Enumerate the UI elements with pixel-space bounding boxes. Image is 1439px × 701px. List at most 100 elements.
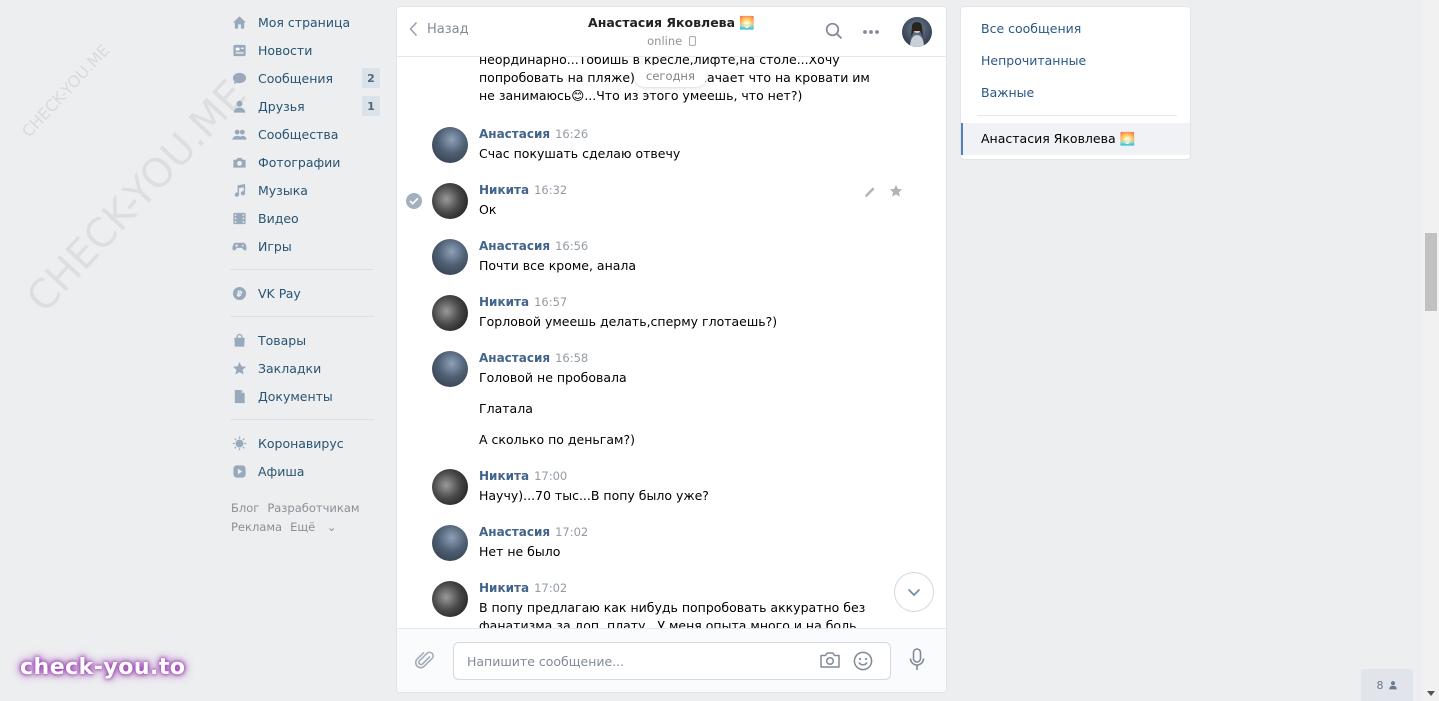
chat-partner-avatar[interactable] xyxy=(902,17,932,47)
paperclip-icon[interactable] xyxy=(415,649,435,671)
message-author[interactable]: Анастасия 17:02 xyxy=(479,525,588,539)
nav-item-music[interactable]: Музыка xyxy=(228,176,383,204)
message-time: 16:26 xyxy=(555,127,589,141)
nav-item-label: Игры xyxy=(258,238,292,254)
message-author[interactable]: Анастасия 16:56 xyxy=(479,239,588,253)
watermark-small: CHECK-YOU.ME xyxy=(18,40,114,141)
star-icon[interactable] xyxy=(889,184,903,198)
message-line: Головой не пробовала xyxy=(479,370,627,385)
message-time: 16:32 xyxy=(534,183,568,197)
footer-blog-link[interactable]: Блог xyxy=(231,501,259,515)
message-author[interactable]: Никита 17:02 xyxy=(479,581,567,595)
message-composer xyxy=(397,628,946,692)
message-text: Головой не пробовала Глатала А сколько п… xyxy=(479,369,879,462)
footer-developers-link[interactable]: Разработчикам xyxy=(267,501,359,515)
message-time: 16:56 xyxy=(555,239,589,253)
author-name: Никита xyxy=(479,581,530,595)
nav-item-my-page[interactable]: Моя страница xyxy=(228,8,383,36)
panel-divider xyxy=(977,115,1177,116)
avatar[interactable] xyxy=(432,581,468,617)
scrollbar-thumb[interactable] xyxy=(1425,233,1437,311)
message-time: 16:58 xyxy=(555,351,589,365)
smile-icon[interactable] xyxy=(853,651,873,671)
filter-important[interactable]: Важные xyxy=(981,85,1034,100)
gamepad-icon xyxy=(231,238,247,254)
nav-divider xyxy=(230,316,374,317)
message-history[interactable]: сегодня неординарно...Тобишь в кресле,ли… xyxy=(397,57,946,630)
friends-icon xyxy=(231,98,247,114)
message-time: 17:00 xyxy=(534,469,568,483)
message-time: 17:02 xyxy=(534,581,568,595)
message-author[interactable]: Анастасия 16:58 xyxy=(479,351,588,365)
nav-item-groups[interactable]: Сообщества xyxy=(228,120,383,148)
footer-more-label: Ещё xyxy=(290,520,316,534)
message-line: Ок xyxy=(479,202,497,217)
search-icon[interactable] xyxy=(825,22,843,40)
message-line: Счас покушать сделаю отвечу xyxy=(479,146,681,161)
nav-item-label: Документы xyxy=(258,388,333,404)
nav-item-bookmarks[interactable]: Закладки xyxy=(228,354,383,382)
footer-ads-link[interactable]: Реклама xyxy=(231,520,282,534)
message-author[interactable]: Анастасия 16:26 xyxy=(479,127,588,141)
author-name: Никита xyxy=(479,183,530,197)
message-line: В попу предлагаю как нибудь попробовать … xyxy=(479,600,866,630)
page-scrollbar[interactable] xyxy=(1423,0,1439,701)
message-author[interactable]: Никита 16:57 xyxy=(479,295,567,309)
chevron-down-icon xyxy=(907,588,921,596)
edit-icon[interactable] xyxy=(863,185,877,199)
message-icon xyxy=(231,70,247,86)
scroll-down-arrow-icon[interactable] xyxy=(1427,691,1435,696)
nav-item-label: Товары xyxy=(258,332,307,348)
nav-item-label: Друзья xyxy=(258,98,305,114)
message-line: Глатала xyxy=(479,401,533,416)
microphone-icon[interactable] xyxy=(909,648,925,672)
avatar[interactable] xyxy=(432,469,468,505)
selected-check-icon[interactable] xyxy=(406,193,422,209)
author-name: Никита xyxy=(479,295,530,309)
footer-more-link[interactable]: Ещё ⌄ xyxy=(290,520,344,534)
left-navigation: Моя страница Новости Сообщения 2 Друзья … xyxy=(228,8,383,537)
nav-item-afisha[interactable]: Афиша xyxy=(228,457,383,485)
online-friends-button[interactable]: 8 xyxy=(1361,669,1413,701)
message-author[interactable]: Никита 17:00 xyxy=(479,469,567,483)
music-icon xyxy=(231,182,247,198)
document-icon xyxy=(231,388,247,404)
message-text: Почти все кроме, анала xyxy=(479,257,879,288)
avatar[interactable] xyxy=(432,295,468,331)
avatar[interactable] xyxy=(432,351,468,387)
author-name: Анастасия xyxy=(479,239,551,253)
avatar[interactable] xyxy=(432,525,468,561)
nav-item-vkpay[interactable]: ₽ VK Pay xyxy=(228,279,383,307)
nav-item-coronavirus[interactable]: Коронавирус xyxy=(228,429,383,457)
nav-item-messages[interactable]: Сообщения 2 xyxy=(228,64,383,92)
filter-all-messages[interactable]: Все сообщения xyxy=(981,21,1081,36)
camera-icon xyxy=(231,154,247,170)
nav-item-label: Новости xyxy=(258,42,313,58)
nav-item-video[interactable]: Видео xyxy=(228,204,383,232)
nav-item-photos[interactable]: Фотографии xyxy=(228,148,383,176)
avatar[interactable] xyxy=(432,183,468,219)
camera-icon[interactable] xyxy=(819,651,841,669)
scroll-down-button[interactable] xyxy=(894,572,934,612)
message-time: 17:02 xyxy=(555,525,589,539)
nav-item-friends[interactable]: Друзья 1 xyxy=(228,92,383,120)
message-text: Счас покушать сделаю отвечу xyxy=(479,145,879,176)
unread-messages-count: 2 xyxy=(362,68,380,88)
avatar[interactable] xyxy=(432,239,468,275)
more-icon[interactable] xyxy=(862,29,880,35)
nav-item-label: VK Pay xyxy=(258,285,301,301)
nav-item-goods[interactable]: Товары xyxy=(228,326,383,354)
nav-item-label: Моя страница xyxy=(258,14,351,30)
message-author[interactable]: Никита 16:32 xyxy=(479,183,567,197)
nav-item-documents[interactable]: Документы xyxy=(228,382,383,410)
active-dialog-item[interactable]: Анастасия Яковлева 🌅 xyxy=(961,123,1190,155)
news-icon xyxy=(231,42,247,58)
star-icon xyxy=(231,360,247,376)
avatar[interactable] xyxy=(432,127,468,163)
nav-item-news[interactable]: Новости xyxy=(228,36,383,64)
bag-icon xyxy=(231,332,247,348)
nav-item-games[interactable]: Игры xyxy=(228,232,383,260)
chat-panel: Назад Анастасия Яковлева 🌅 online сегодн… xyxy=(396,6,947,693)
nav-divider xyxy=(230,269,374,270)
filter-unread[interactable]: Непрочитанные xyxy=(981,53,1086,68)
